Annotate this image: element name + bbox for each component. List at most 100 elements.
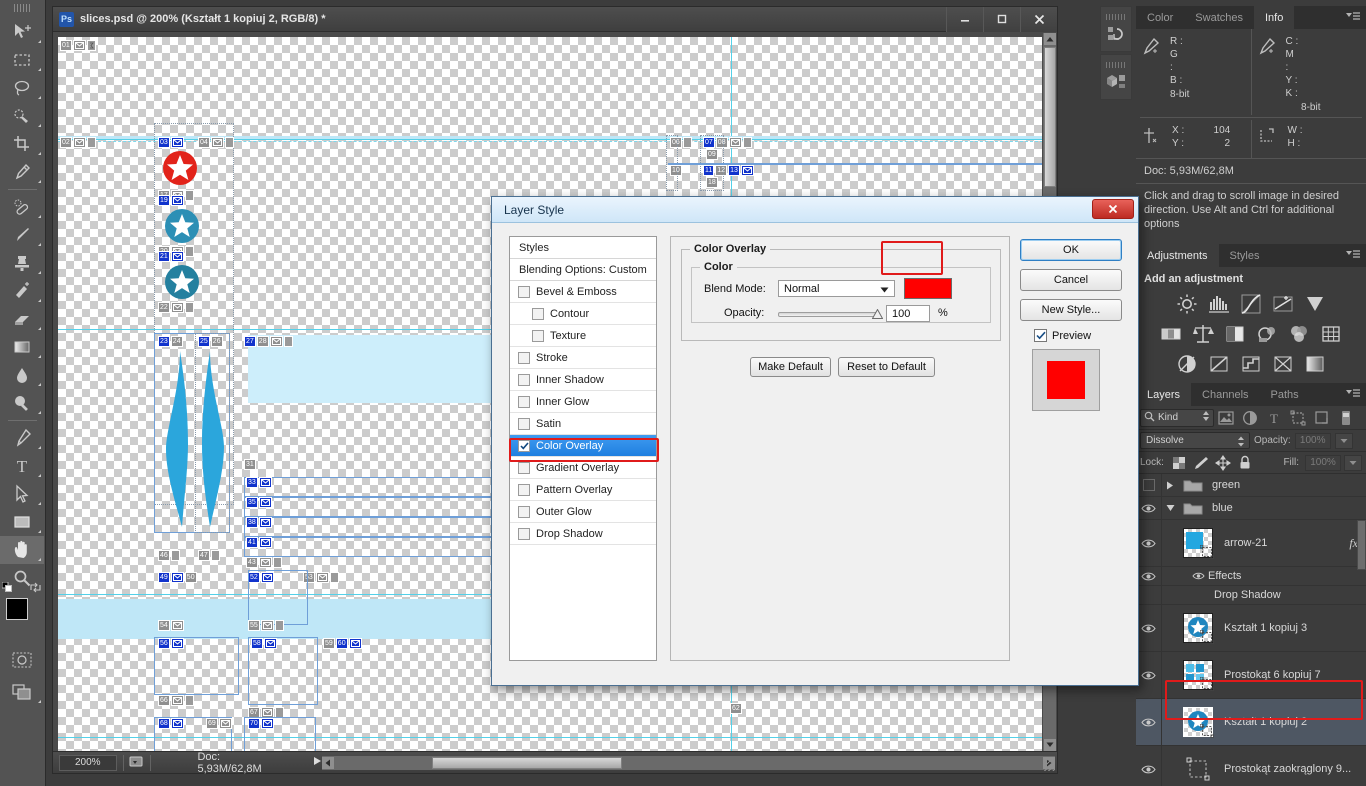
style-item-checkbox[interactable] xyxy=(518,527,530,540)
adjustments-panel-tabs[interactable]: Adjustments Styles xyxy=(1136,244,1366,267)
actions-panel-icon[interactable] xyxy=(1100,54,1132,100)
collapsed-panel-dock[interactable] xyxy=(1100,6,1134,116)
styles-list[interactable]: Styles Blending Options: Custom Bevel & … xyxy=(509,236,657,661)
layer-visibility-eye-icon[interactable] xyxy=(1136,746,1162,786)
clone-stamp-tool[interactable] xyxy=(0,249,44,277)
maximize-button[interactable] xyxy=(983,6,1020,32)
style-item-drop-shadow[interactable]: Drop Shadow xyxy=(510,523,656,545)
opacity-slider-thumb[interactable] xyxy=(871,308,884,322)
layer-filter-kind-select[interactable]: Kind xyxy=(1140,408,1214,427)
adjustments-row-3[interactable] xyxy=(1136,349,1366,379)
curves-icon[interactable] xyxy=(1238,291,1264,317)
style-item-checkbox[interactable] xyxy=(532,307,544,320)
stepper-icon[interactable] xyxy=(1202,410,1210,425)
style-item-stroke[interactable]: Stroke xyxy=(510,347,656,369)
info-panel[interactable]: Color Swatches Info R : G : B: 8-bit C … xyxy=(1136,6,1366,241)
layer-style-dialog[interactable]: Layer Style Styles Blending Options: Cus… xyxy=(491,196,1139,686)
effect-visibility-placeholder[interactable] xyxy=(1136,586,1162,604)
style-item-checkbox[interactable] xyxy=(518,439,530,452)
style-item-checkbox[interactable] xyxy=(518,395,530,408)
pen-tool[interactable] xyxy=(0,424,44,452)
stepper-icon[interactable] xyxy=(1237,436,1245,450)
lock-image-icon[interactable] xyxy=(1192,454,1211,472)
preview-checkbox[interactable] xyxy=(1034,329,1047,342)
brush-tool[interactable] xyxy=(0,221,44,249)
lasso-tool[interactable] xyxy=(0,74,44,102)
gradient-tool[interactable] xyxy=(0,333,44,361)
layer-lock-row[interactable]: Lock: Fill: 100% xyxy=(1136,452,1366,474)
effects-eye-icon[interactable] xyxy=(1188,571,1208,581)
info-panel-tabs[interactable]: Color Swatches Info xyxy=(1136,6,1366,29)
style-item-checkbox[interactable] xyxy=(518,285,530,298)
lock-position-icon[interactable] xyxy=(1214,454,1233,472)
style-item-inner-shadow[interactable]: Inner Shadow xyxy=(510,369,656,391)
layer-row[interactable]: Kształt 1 kopiuj 3 xyxy=(1136,605,1366,652)
style-item-outer-glow[interactable]: Outer Glow xyxy=(510,501,656,523)
swap-colors-icon[interactable] xyxy=(30,582,41,593)
tab-styles[interactable]: Styles xyxy=(1218,244,1271,267)
filter-toggle-icon[interactable] xyxy=(1334,408,1358,428)
spot-healing-brush-tool[interactable] xyxy=(0,193,44,221)
layer-visibility-eye-icon[interactable] xyxy=(1136,567,1162,585)
layer-effect-row[interactable]: Drop Shadow xyxy=(1136,586,1366,605)
chevron-right-icon[interactable] xyxy=(1162,481,1178,490)
color-balance-icon[interactable] xyxy=(1190,321,1216,347)
preview-checkbox-row[interactable]: Preview xyxy=(1034,329,1124,342)
black-white-icon[interactable] xyxy=(1222,321,1248,347)
layer-row[interactable]: Prostokąt 6 kopiuj 7 xyxy=(1136,652,1366,699)
foreground-color-swatch[interactable] xyxy=(6,598,28,620)
horizontal-scroll-thumb[interactable] xyxy=(431,756,622,769)
layer-thumbnail[interactable] xyxy=(1183,613,1214,644)
lock-transparency-icon[interactable] xyxy=(1170,454,1189,472)
style-item-satin[interactable]: Satin xyxy=(510,413,656,435)
layer-row[interactable]: Prostokąt zaokrąglony 9... xyxy=(1136,746,1366,786)
scroll-up-button[interactable] xyxy=(1044,33,1056,45)
style-item-checkbox[interactable] xyxy=(532,329,544,342)
layer-row-selected[interactable]: Kształt 1 kopiuj 2 xyxy=(1136,699,1366,746)
cancel-button[interactable]: Cancel xyxy=(1020,269,1122,291)
path-selection-tool[interactable] xyxy=(0,480,44,508)
dialog-close-button[interactable] xyxy=(1092,199,1134,219)
layer-list-scrollbar[interactable] xyxy=(1357,520,1366,570)
shape-filter-icon[interactable] xyxy=(1286,408,1310,428)
rectangle-tool[interactable] xyxy=(0,508,44,536)
layer-blend-row[interactable]: Dissolve Opacity: 100% xyxy=(1136,430,1366,452)
zoom-level-field[interactable]: 200% xyxy=(59,754,117,771)
eyedropper-tool[interactable] xyxy=(0,158,44,186)
exposure-icon[interactable] xyxy=(1270,291,1296,317)
vertical-scroll-thumb[interactable] xyxy=(1044,47,1056,187)
eraser-tool[interactable] xyxy=(0,305,44,333)
style-item-bevel-emboss[interactable]: Bevel & Emboss xyxy=(510,281,656,303)
dialog-buttons-column[interactable]: OK Cancel New Style... Preview xyxy=(1020,239,1124,411)
style-item-checkbox[interactable] xyxy=(518,417,530,430)
style-item-gradient-overlay[interactable]: Gradient Overlay xyxy=(510,457,656,479)
layer-visibility-eye-icon[interactable] xyxy=(1136,497,1162,519)
layer-effects-header[interactable]: Effects xyxy=(1136,567,1366,586)
layer-visibility-eye-icon[interactable] xyxy=(1136,605,1162,651)
history-panel-icon[interactable] xyxy=(1100,6,1132,52)
style-item-checkbox[interactable] xyxy=(518,373,530,386)
fill-dropdown-button[interactable] xyxy=(1344,454,1362,471)
style-item-contour[interactable]: Contour xyxy=(510,303,656,325)
layer-thumbnail[interactable] xyxy=(1183,528,1214,559)
right-panel-dock[interactable]: Color Swatches Info R : G : B: 8-bit C … xyxy=(1136,6,1366,786)
close-button[interactable] xyxy=(1020,6,1057,32)
tab-color[interactable]: Color xyxy=(1136,6,1185,29)
adjustments-panel[interactable]: Adjustments Styles Add an adjustment xyxy=(1136,244,1366,379)
blend-mode-select[interactable]: Normal xyxy=(778,280,895,297)
tab-layers[interactable]: Layers xyxy=(1136,383,1192,406)
dialog-titlebar[interactable]: Layer Style xyxy=(492,197,1138,223)
blur-tool[interactable] xyxy=(0,361,44,389)
vibrance-icon[interactable] xyxy=(1302,291,1328,317)
layer-visibility-eye-icon[interactable] xyxy=(1136,652,1162,698)
lock-all-icon[interactable] xyxy=(1236,454,1255,472)
document-titlebar[interactable]: Ps slices.psd @ 200% (Kształt 1 kopiuj 2… xyxy=(53,6,1057,32)
style-item-color-overlay[interactable]: Color Overlay xyxy=(510,435,656,457)
layer-row[interactable]: arrow-21 fx xyxy=(1136,520,1366,567)
tab-adjustments[interactable]: Adjustments xyxy=(1136,244,1219,267)
style-item-checkbox[interactable] xyxy=(518,461,530,474)
chevron-down-icon[interactable] xyxy=(1162,504,1178,512)
opacity-input[interactable]: 100 xyxy=(886,305,930,322)
style-item-pattern-overlay[interactable]: Pattern Overlay xyxy=(510,479,656,501)
opacity-value[interactable]: 100% xyxy=(1294,432,1331,449)
